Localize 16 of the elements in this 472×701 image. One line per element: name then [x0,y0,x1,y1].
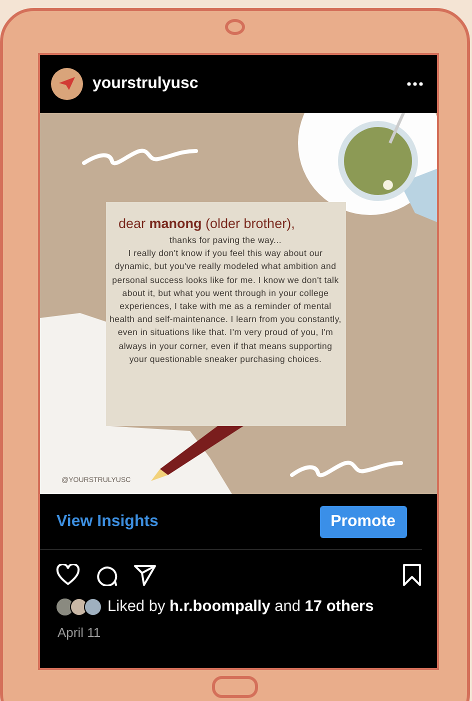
view-insights-link[interactable]: View Insights [56,512,158,530]
likes-text: Liked by h.r.boompally and 17 others [108,598,374,616]
more-options-icon[interactable] [406,82,422,86]
post-date: April 11 [56,624,102,640]
avatar-icon[interactable] [50,68,82,100]
letter-greeting: dear manong (older brother), [118,216,296,231]
letter-intro: thanks for paving the way... [168,234,283,247]
send-icon[interactable] [134,564,156,586]
bookmark-icon[interactable] [402,564,420,586]
camera-icon [225,19,245,35]
heart-icon[interactable] [56,564,80,586]
username[interactable]: yourstrulyusc [92,75,396,93]
promote-button[interactable]: Promote [320,506,406,538]
letter-body: I really don't know if you feel this way about our dynamic, but you've really modeled what ambition and personal success looks like for me. I know we don't talk about it, but what you went through in your college experiences, I take with me as a reminder of mental health and self-maintenance. I learn from you constantly, even in situations like that. I'm very proud of you, I'm always in your corner, even if that means supporting your questionable sneaker purchasing choices. [110,247,342,366]
liker-avatars-icon [56,598,102,616]
comment-icon[interactable] [96,564,118,586]
